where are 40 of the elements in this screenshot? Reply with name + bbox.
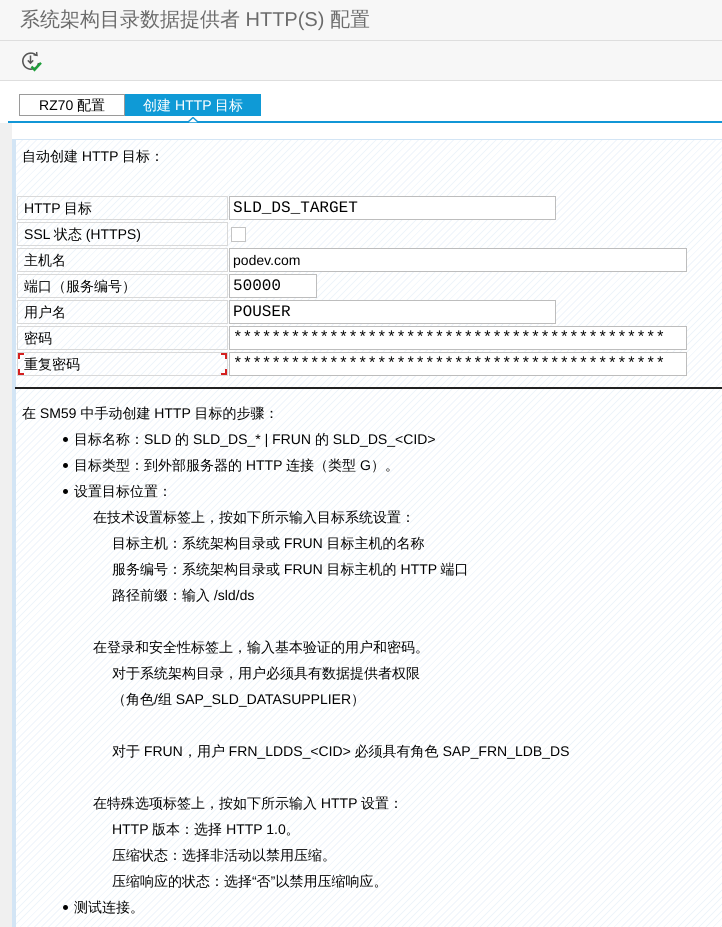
field-label: 用户名 — [17, 300, 228, 324]
step-text: 在登录和安全性标签上，输入基本验证的用户和密码。 — [92, 638, 430, 657]
detail-text: 压缩状态：选择非活动以禁用压缩。 — [111, 846, 337, 865]
list-item-text: 目标名称：SLD 的 SLD_DS_* | FRUN 的 SLD_DS_<CID> — [74, 430, 436, 449]
detail-text: 压缩响应的状态：选择“否”以禁用压缩响应。 — [111, 872, 388, 891]
field-label: 重复密码 — [17, 352, 228, 376]
list-item-text: 设置目标位置： — [74, 482, 172, 501]
section-heading: 自动创建 HTTP 目标： — [21, 147, 164, 166]
field-label: HTTP 目标 — [17, 196, 228, 220]
input-field[interactable]: 50000 — [229, 274, 317, 298]
step-text: 在技术设置标签上，按如下所示输入目标系统设置： — [92, 508, 416, 527]
input-field[interactable]: podev.com — [229, 248, 687, 272]
list-item-text: 目标类型：到外部服务器的 HTTP 连接（类型 G）。 — [74, 456, 399, 475]
detail-text: （角色/组 SAP_SLD_DATASUPPLIER） — [111, 690, 366, 709]
detail-text: 目标主机：系统架构目录或 FRUN 目标主机的名称 — [111, 534, 426, 553]
bullet-icon — [63, 436, 68, 442]
step-text: 在特殊选项标签上，按如下所示输入 HTTP 设置： — [92, 794, 404, 813]
detail-text: 服务编号：系统架构目录或 FRUN 目标主机的 HTTP 端口 — [111, 560, 470, 579]
list-item-text: 测试连接。 — [74, 898, 144, 917]
detail-text: 对于 FRUN，用户 FRN_LDDS_<CID> 必须具有角色 SAP_FRN_LDB_DS — [111, 742, 570, 761]
detail-text: HTTP 版本：选择 HTTP 1.0。 — [111, 820, 301, 839]
checkbox[interactable] — [231, 226, 246, 242]
circle-arrow-check-icon — [20, 50, 42, 72]
bullet-icon — [63, 462, 68, 468]
bullet-icon — [63, 488, 68, 494]
section-heading: 在 SM59 中手动创建 HTTP 目标的步骤： — [21, 404, 280, 423]
detail-text: 路径前缀：输入 /sld/ds — [111, 586, 256, 605]
input-field[interactable]: POUSER — [229, 300, 556, 324]
field-label: SSL 状态 (HTTPS) — [17, 222, 228, 246]
password-field[interactable]: ********************************************* — [229, 352, 687, 376]
window-title: 系统架构目录数据提供者 HTTP(S) 配置 — [20, 10, 370, 30]
bullet-icon — [63, 904, 68, 910]
tab[interactable]: RZ70 配置 — [19, 94, 126, 116]
input-field[interactable]: SLD_DS_TARGET — [229, 196, 556, 220]
field-label: 密码 — [17, 326, 228, 350]
password-field[interactable]: ********************************************* — [229, 326, 687, 350]
field-label: 主机名 — [17, 248, 228, 272]
detail-text: 对于系统架构目录，用户必须具有数据提供者权限 — [111, 664, 421, 683]
execute-button[interactable] — [20, 50, 42, 72]
field-label: 端口（服务编号） — [17, 274, 228, 298]
